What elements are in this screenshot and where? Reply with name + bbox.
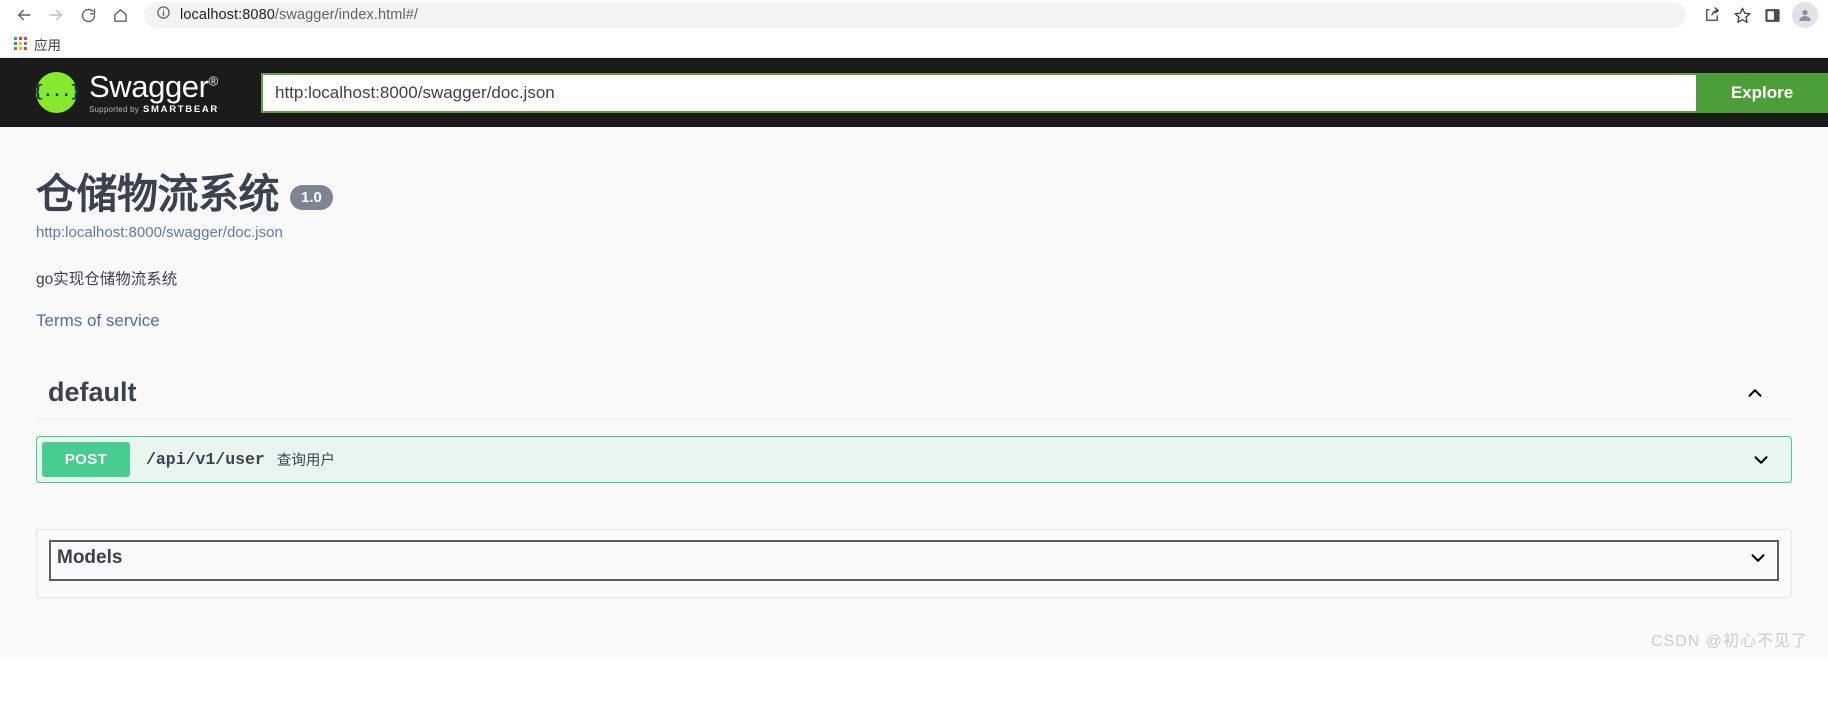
operations-section: default POST /api/v1/user 查询用户 Models: [0, 377, 1828, 599]
explore-button[interactable]: Explore: [1696, 72, 1828, 113]
swagger-logo-word: Swagger: [89, 68, 209, 104]
address-path: /swagger/index.html#/: [274, 7, 419, 23]
address-host: localhost:8080: [180, 7, 275, 23]
smartbear-label: SMARTBEAR: [143, 103, 219, 115]
apps-grid-icon: [14, 37, 27, 50]
back-button[interactable]: [10, 1, 38, 29]
profile-avatar[interactable]: [1792, 2, 1818, 28]
tag-section-default: default POST /api/v1/user 查询用户: [36, 377, 1792, 484]
page-title: 仓储物流系统: [36, 171, 280, 217]
share-icon[interactable]: [1698, 1, 1726, 29]
explore-form: Explore: [261, 58, 1828, 127]
api-description: go实现仓储物流系统: [36, 271, 178, 289]
supported-by-label: Supported by: [89, 104, 139, 114]
watermark: CSDN @初心不见了: [1650, 633, 1808, 650]
terms-of-service-link[interactable]: Terms of service: [36, 311, 160, 331]
operation-path: /api/v1/user: [146, 450, 265, 470]
operation-row-post-user[interactable]: POST /api/v1/user 查询用户: [36, 436, 1792, 484]
tag-header-default[interactable]: default: [36, 377, 1792, 421]
chevron-down-icon[interactable]: [1748, 447, 1774, 473]
bookmark-star-icon[interactable]: [1728, 1, 1756, 29]
site-info-icon[interactable]: [156, 5, 171, 25]
bookmark-label: 应用: [34, 37, 61, 53]
models-header[interactable]: Models: [49, 540, 1779, 582]
address-bar[interactable]: localhost:8080/swagger/index.html#/: [144, 2, 1686, 28]
bookmark-item-apps[interactable]: 应用: [8, 32, 67, 56]
toolbar-actions: [1698, 1, 1818, 29]
tag-name-label: default: [48, 377, 137, 408]
address-bar-text: localhost:8080/swagger/index.html#/: [180, 7, 418, 23]
swagger-brace-icon: {...}: [34, 72, 81, 113]
bookmarks-bar: 应用: [0, 30, 1828, 58]
api-doc-link[interactable]: http:localhost:8000/swagger/doc.json: [36, 224, 1792, 241]
models-title-label: Models: [57, 547, 123, 569]
browser-toolbar: localhost:8080/swagger/index.html#/: [0, 0, 1828, 30]
operation-summary: 查询用户: [276, 453, 335, 470]
http-method-badge: POST: [42, 442, 130, 478]
home-button[interactable]: [106, 1, 134, 29]
reload-button[interactable]: [74, 1, 102, 29]
api-info: 仓储物流系统 1.0 http:localhost:8000/swagger/d…: [0, 127, 1828, 331]
version-badge: 1.0: [290, 185, 333, 211]
side-panel-icon[interactable]: [1758, 1, 1786, 29]
swagger-wordmark: Swagger® Supported by SMARTBEAR: [89, 71, 219, 115]
swagger-content: 仓储物流系统 1.0 http:localhost:8000/swagger/d…: [0, 127, 1828, 659]
api-title-row: 仓储物流系统 1.0: [36, 171, 1792, 217]
browser-chrome: localhost:8080/swagger/index.html#/ 应用: [0, 0, 1828, 58]
forward-button[interactable]: [42, 1, 70, 29]
chevron-down-icon[interactable]: [1745, 545, 1771, 571]
swagger-logo[interactable]: {...} Swagger® Supported by SMARTBEAR: [34, 71, 219, 115]
chevron-up-icon[interactable]: [1742, 380, 1768, 406]
models-section: Models: [36, 529, 1792, 599]
swagger-topbar: {...} Swagger® Supported by SMARTBEAR Ex…: [0, 58, 1828, 127]
swagger-trademark: ®: [208, 73, 219, 89]
swagger-url-input[interactable]: [261, 72, 1696, 113]
